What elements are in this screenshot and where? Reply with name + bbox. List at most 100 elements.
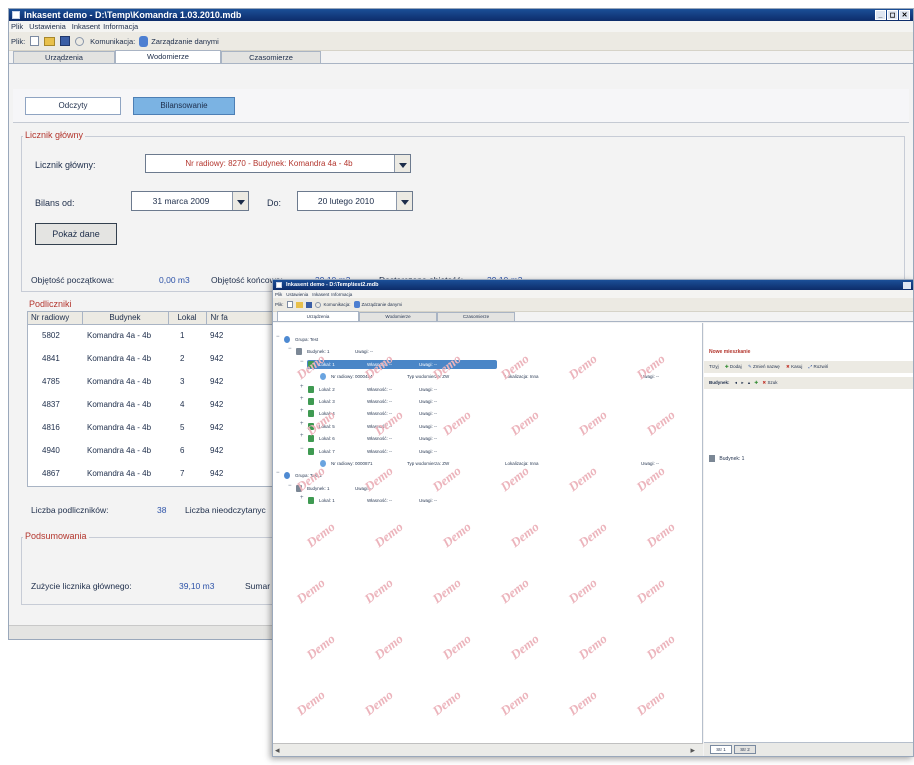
podliczniki-group-title: Podliczniki xyxy=(29,299,72,309)
tab-urzadzenia[interactable]: Urządzenia xyxy=(277,311,359,321)
menu-informacja[interactable]: Informacja xyxy=(103,22,138,31)
table-row[interactable]: 4837 Komandra 4a - 4b 4 942 xyxy=(28,393,276,416)
tree-node[interactable]: Grupa: Test 2 xyxy=(283,471,473,480)
expand-icon[interactable]: + xyxy=(300,384,304,390)
tree-node[interactable]: Lokal: 1 Własność: -- Uwagi: -- xyxy=(307,496,497,505)
collapse-icon[interactable]: − xyxy=(300,446,304,452)
tab-wodomierze[interactable]: Wodomierze xyxy=(115,50,221,63)
delete-button[interactable]: Kasuj xyxy=(791,364,802,369)
expand-icon[interactable]: + xyxy=(300,421,304,427)
collapse-icon[interactable]: − xyxy=(288,346,292,352)
add-button[interactable]: Dodaj xyxy=(730,364,742,369)
show-data-button[interactable]: Pokaż dane xyxy=(35,223,117,245)
tab-czasomierze[interactable]: Czasomierze xyxy=(221,51,321,63)
subtab-bilansowanie[interactable]: Bilansowanie xyxy=(133,97,235,115)
table-row[interactable]: 4841 Komandra 4a - 4b 2 942 xyxy=(28,347,276,370)
table-row[interactable]: 4816 Komandra 4a - 4b 5 942 xyxy=(28,416,276,439)
arrow-up-icon[interactable]: ▴ xyxy=(748,380,750,385)
subtab-odczyty[interactable]: Odczyty xyxy=(25,97,121,115)
window-controls-icon[interactable] xyxy=(903,281,911,289)
menu-ustawienia[interactable]: Ustawienia xyxy=(29,22,66,31)
table-row[interactable]: 4867 Komandra 4a - 4b 7 942 xyxy=(28,462,276,485)
arrow-right-icon[interactable]: ▸ xyxy=(741,380,743,385)
menu-ustawienia[interactable]: Ustawienia xyxy=(286,292,308,297)
tree-node[interactable]: Lokal: 7 Własność: -- Uwagi: -- xyxy=(307,447,497,456)
scroll-right-icon[interactable]: ▸ xyxy=(690,745,695,756)
open-folder-icon[interactable] xyxy=(295,301,303,308)
demo-watermark: Demo xyxy=(439,518,474,551)
tree-node[interactable]: Budynek: 1 Uwagi: -- xyxy=(295,347,485,356)
tree-node[interactable]: Lokal: 5 Własność: -- Uwagi: -- xyxy=(307,422,497,431)
collapse-icon[interactable]: − xyxy=(300,359,304,365)
col-header-nr[interactable]: Nr radiowy xyxy=(28,312,83,325)
list-item[interactable]: Budynek: 1 xyxy=(709,455,744,462)
add-icon[interactable]: ✚ xyxy=(754,380,758,385)
expand-icon[interactable]: + xyxy=(300,433,304,439)
minimize-button[interactable]: _ xyxy=(875,10,886,20)
tree-node[interactable]: Lokal: 6 Własność: -- Uwagi: -- xyxy=(307,434,497,443)
clear-button[interactable]: Trzyj xyxy=(709,364,719,369)
save-icon[interactable] xyxy=(305,301,312,308)
cell-nr-radiowy: 4837 xyxy=(42,400,60,409)
open-folder-icon[interactable] xyxy=(44,36,56,46)
tree-node[interactable]: Grupa: Test xyxy=(283,335,473,344)
main-meter-select[interactable]: Nr radiowy: 8270 - Budynek: Komandra 4a … xyxy=(145,154,411,173)
col-header-lokal[interactable]: Lokal xyxy=(168,312,207,325)
menu-inkasent[interactable]: Inkasent xyxy=(72,22,100,31)
tab-str-1[interactable]: Str 1 xyxy=(710,745,732,754)
tree-node[interactable]: Lokal: 2 Własność: -- Uwagi: -- xyxy=(307,385,497,394)
demo-watermark: Demo xyxy=(575,518,610,551)
tree-node[interactable]: Nr radiowy: 0000871 Typ wodomierza: ZW Lok… xyxy=(319,459,683,468)
tab-urzadzenia[interactable]: Urządzenia xyxy=(13,51,115,63)
tree-node[interactable]: Budynek: 1 Uwagi: -- xyxy=(295,484,485,493)
chevron-down-icon[interactable] xyxy=(394,155,410,172)
expand-button[interactable]: Rozwiń xyxy=(813,364,828,369)
expand-icon[interactable]: + xyxy=(300,495,304,501)
tab-str-2[interactable]: Str 2 xyxy=(734,745,756,754)
arrow-left-icon[interactable]: ◂ xyxy=(735,380,737,385)
database-icon[interactable] xyxy=(353,301,360,308)
col-header-nr-fa[interactable]: Nr fa xyxy=(206,312,276,325)
right-panel-title: Nowe mieszkanie xyxy=(709,349,751,355)
search-icon[interactable] xyxy=(314,301,321,308)
new-file-icon[interactable] xyxy=(30,36,40,46)
tree-node[interactable]: Lokal: 4 Własność: -- Uwagi: -- xyxy=(307,409,497,418)
scroll-left-icon[interactable]: ◂ xyxy=(275,745,280,756)
right-panel: Nowe mieszkanie Trzyj ✚ Dodaj ✎ Zmień na… xyxy=(704,323,913,756)
toolbar-zarzadzanie-label[interactable]: Zarządzanie danymi xyxy=(362,302,403,307)
database-icon[interactable] xyxy=(139,35,149,47)
menu-plik[interactable]: Plik xyxy=(11,22,23,31)
menu-informacja[interactable]: Informacja xyxy=(331,292,352,297)
menu-plik[interactable]: Plik xyxy=(275,292,282,297)
search-button[interactable]: Szuk xyxy=(767,380,777,385)
date-to-picker[interactable]: 20 lutego 2010 xyxy=(297,191,413,211)
collapse-icon[interactable]: − xyxy=(276,470,280,476)
tree-node[interactable]: Lokal: 1 Własność: -- Uwagi: -- xyxy=(307,359,497,369)
col-header-budynek[interactable]: Budynek xyxy=(82,312,169,325)
tab-wodomierze[interactable]: Wodomierze xyxy=(359,312,437,321)
horizontal-scrollbar[interactable]: ◂ ▸ xyxy=(273,743,703,756)
menu-inkasent[interactable]: Inkasent xyxy=(312,292,329,297)
table-row[interactable]: 4785 Komandra 4a - 4b 3 942 xyxy=(28,370,276,393)
close-button[interactable]: ✕ xyxy=(899,10,910,20)
rename-button[interactable]: Zmień nazwę xyxy=(753,364,780,369)
tree-view[interactable]: − Grupa: Test − Budynek: 1 Uwagi: -- − Lokal: … xyxy=(273,323,703,743)
delete-icon[interactable]: ✖ xyxy=(762,380,766,385)
new-file-icon[interactable] xyxy=(286,301,293,308)
chevron-down-icon[interactable] xyxy=(396,192,412,210)
tree-node[interactable]: Nr radiowy: 0000484 Typ wodomierza: ZW Lok… xyxy=(319,372,683,381)
chevron-down-icon[interactable] xyxy=(232,192,248,210)
expand-icon[interactable]: + xyxy=(300,408,304,414)
date-from-picker[interactable]: 31 marca 2009 xyxy=(131,191,249,211)
table-row[interactable]: 5802 Komandra 4a - 4b 1 942 xyxy=(28,324,276,347)
expand-icon[interactable]: + xyxy=(300,396,304,402)
tab-czasomierze[interactable]: Czasomierze xyxy=(437,312,515,321)
tree-node[interactable]: Lokal: 3 Własność: -- Uwagi: -- xyxy=(307,397,497,406)
table-row[interactable]: 4940 Komandra 4a - 4b 6 942 xyxy=(28,439,276,462)
collapse-icon[interactable]: − xyxy=(288,483,292,489)
maximize-button[interactable]: ◻ xyxy=(887,10,898,20)
save-icon[interactable] xyxy=(60,36,71,46)
toolbar-zarzadzanie-label[interactable]: Zarządzanie danymi xyxy=(151,37,219,46)
collapse-icon[interactable]: − xyxy=(276,334,280,340)
search-icon[interactable] xyxy=(75,36,85,46)
